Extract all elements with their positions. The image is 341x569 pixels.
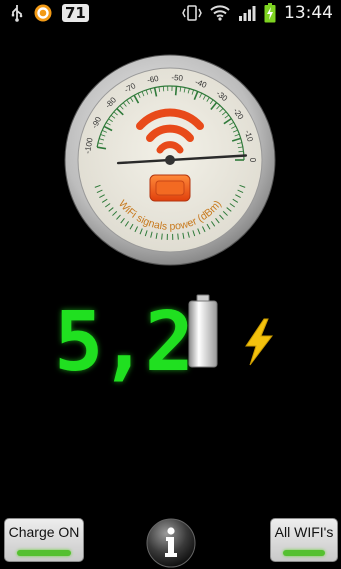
charge-indicator-led xyxy=(17,550,71,556)
all-wifi-button[interactable]: All WIFI's xyxy=(270,518,338,562)
clock: 13:44 xyxy=(284,3,333,23)
gauge-major-tick xyxy=(174,86,178,96)
battery-charging-icon xyxy=(264,3,276,23)
vibrate-icon xyxy=(182,5,202,21)
wifi-icon xyxy=(210,5,230,21)
signal-icon xyxy=(239,6,256,21)
needle-hub xyxy=(165,155,175,165)
all-wifi-indicator-led xyxy=(283,550,325,556)
signal-indicator-icon xyxy=(149,174,191,202)
lightning-icon xyxy=(245,318,274,366)
battery-icon xyxy=(188,294,218,368)
charge-on-button[interactable]: Charge ON xyxy=(4,518,84,562)
gauge-scale-label: -50 xyxy=(171,73,184,83)
current-reading: 5,2 xyxy=(54,295,194,390)
gauge-scale-label: 0 xyxy=(248,158,257,163)
notification-badge: 71 xyxy=(62,4,89,22)
all-wifi-label: All WIFI's xyxy=(274,524,334,540)
orange-app-icon xyxy=(34,4,52,22)
info-icon[interactable] xyxy=(145,516,197,568)
usb-icon xyxy=(11,5,23,22)
status-bar: 71 13:44 xyxy=(0,0,341,26)
gauge-lower-tick xyxy=(161,233,163,240)
wifi-power-gauge: -100-90-80-70-60 -50 -40-30-20-100 WiFi si… xyxy=(64,54,276,266)
gauge-lower-tick xyxy=(177,233,179,240)
charge-on-label: Charge ON xyxy=(8,524,80,540)
